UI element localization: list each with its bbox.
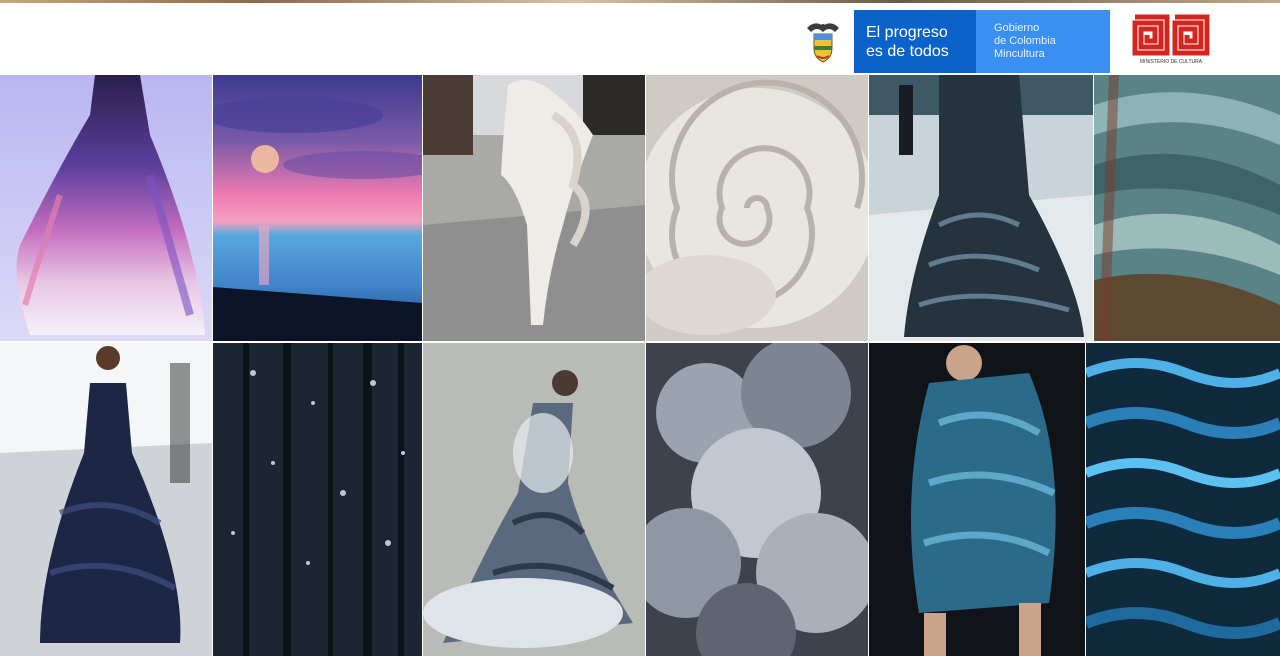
dark-print-gown-photo[interactable] xyxy=(869,75,1093,341)
blue-water-ripples-photo[interactable] xyxy=(1086,343,1280,656)
white-rose-swirl-photo[interactable] xyxy=(646,75,868,341)
moodboard-grid xyxy=(0,75,1280,656)
mincultura-logo[interactable]: MINISTERIO DE CULTURA xyxy=(1128,13,1214,67)
slogan-line-2: es de todos xyxy=(866,42,949,60)
site-header: El progreso es de todos Gobierno de Colo… xyxy=(0,3,1280,75)
gov-slogan-block: El progreso es de todos xyxy=(854,10,976,73)
entity-line-3: Mincultura xyxy=(994,48,1045,60)
white-ruffle-outfit-photo[interactable] xyxy=(423,75,645,341)
slogan-line-1: El progreso xyxy=(866,23,948,41)
night-forest-stars-photo[interactable] xyxy=(213,343,422,656)
gov-entity-block: Gobierno de Colombia Mincultura xyxy=(976,10,1110,73)
entity-line-2: de Colombia xyxy=(994,35,1056,47)
mincultura-caption: MINISTERIO DE CULTURA xyxy=(1139,59,1203,65)
cloud-mermaid-gown-photo[interactable] xyxy=(423,343,645,656)
teal-rock-layers-photo[interactable] xyxy=(1094,75,1280,341)
entity-line-1: Gobierno xyxy=(994,22,1040,34)
storm-clouds-photo[interactable] xyxy=(646,343,868,656)
navy-sheer-gown-photo[interactable] xyxy=(0,343,212,656)
pink-sunset-sea-photo[interactable] xyxy=(213,75,422,341)
colombia-coat-of-arms-icon xyxy=(792,10,854,73)
ombre-gown-photo[interactable] xyxy=(0,75,212,341)
blue-draped-dress-photo[interactable] xyxy=(869,343,1085,656)
mincultura-greek-key-icon xyxy=(1131,13,1211,57)
gobierno-colombia-logo[interactable]: El progreso es de todos Gobierno de Colo… xyxy=(792,10,1110,73)
